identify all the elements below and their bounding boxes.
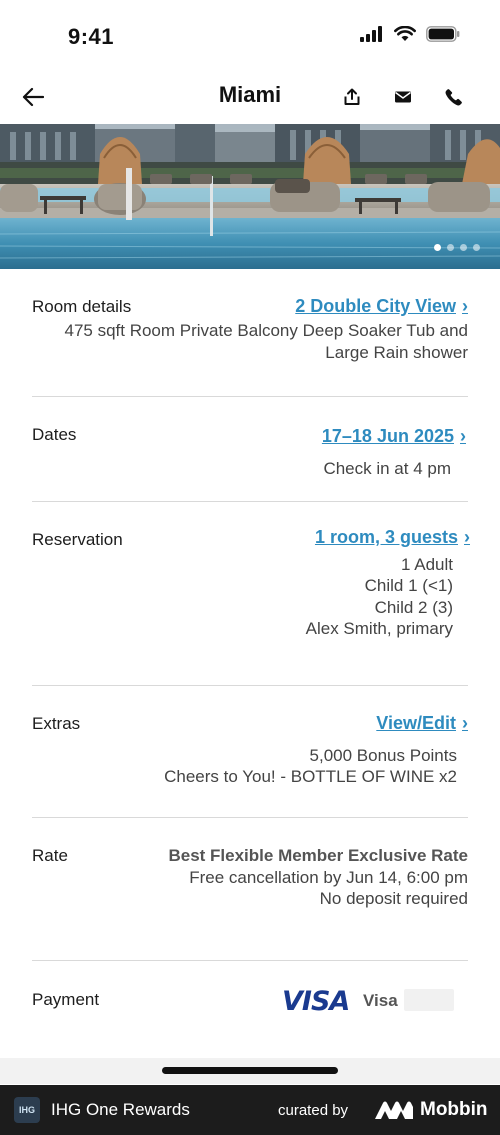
- status-time: 9:41: [68, 24, 115, 49]
- divider: [32, 396, 468, 397]
- dates-text: 17–18 Jun 2025: [321, 426, 454, 446]
- rate-name: Best Flexible Member Exclusive Rate: [168, 846, 468, 865]
- visa-logo: VISA: [282, 986, 350, 1017]
- extras-edit-link[interactable]: View/Edit ›: [376, 713, 468, 734]
- masked-card-number: [404, 989, 454, 1011]
- guest-line: Child 2 (3): [374, 598, 453, 617]
- room-description-line2: Large Rain shower: [325, 343, 468, 362]
- guests-link[interactable]: 1 room, 3 guests ›: [315, 527, 470, 548]
- extras-edit-text: View/Edit: [376, 713, 456, 733]
- rate-cancellation: Free cancellation by Jun 14, 6:00 pm: [189, 868, 468, 887]
- share-button[interactable]: [339, 84, 365, 110]
- divider: [32, 817, 468, 818]
- room-type-link[interactable]: 2 Double City View ›: [295, 296, 468, 317]
- checkin-time: Check in at 4 pm: [323, 459, 451, 478]
- guest-line: Alex Smith, primary: [305, 619, 453, 638]
- mobbin-brand: Mobbin: [420, 1099, 488, 1120]
- battery-icon: [426, 26, 460, 47]
- page-title: Miami: [218, 82, 282, 107]
- app-logo: IHG: [14, 1097, 40, 1123]
- divider: [32, 685, 468, 686]
- hotel-photo-carousel[interactable]: [0, 124, 500, 269]
- extra-item: Cheers to You! - BOTTLE OF WINE x2: [164, 767, 457, 786]
- chevron-right-icon: ›: [462, 713, 468, 733]
- home-indicator[interactable]: [162, 1067, 338, 1074]
- payment-label: Payment: [32, 990, 100, 1009]
- dates-link[interactable]: 17–18 Jun 2025 ›: [322, 426, 466, 447]
- phone-icon: [445, 89, 462, 106]
- guests-text: 1 room, 3 guests: [314, 527, 458, 547]
- email-button[interactable]: [390, 84, 416, 110]
- reservation-section: Reservation 1 room, 3 guests › 1 Adult C…: [32, 527, 470, 647]
- extras-section: Extras View/Edit › 5,000 Bonus Points Ch…: [32, 712, 468, 792]
- carousel-dot[interactable]: [460, 244, 467, 251]
- extra-item: 5,000 Bonus Points: [309, 746, 457, 765]
- guest-line: Child 1 (<1): [364, 576, 453, 595]
- rate-deposit: No deposit required: [319, 889, 468, 908]
- nav-bar: Miami: [0, 70, 500, 124]
- carousel-dot[interactable]: [447, 244, 454, 251]
- mobbin-logo-icon: [375, 1101, 413, 1124]
- status-icons: [360, 25, 460, 47]
- rate-section: Rate Best Flexible Member Exclusive Rate…: [32, 844, 468, 924]
- share-icon: [344, 88, 360, 105]
- dates-label: Dates: [32, 425, 77, 444]
- wifi-icon: [394, 25, 416, 47]
- carousel-dot[interactable]: [473, 244, 480, 251]
- divider: [32, 960, 468, 961]
- card-name: Visa: [363, 991, 398, 1010]
- carousel-pagination: [434, 244, 480, 251]
- chevron-right-icon: ›: [464, 527, 470, 547]
- payment-section: Payment VISA Visa: [32, 985, 468, 1025]
- guest-line: 1 Adult: [401, 555, 453, 574]
- call-button[interactable]: [441, 84, 467, 110]
- cellular-signal-icon: [360, 26, 384, 47]
- rate-label: Rate: [32, 846, 68, 865]
- room-details-section: Room details 2 Double City View › 475 sq…: [32, 294, 468, 374]
- dates-section: Dates 17–18 Jun 2025 › Check in at 4 pm: [32, 423, 468, 483]
- room-description-line1: 475 sqft Room Private Balcony Deep Soake…: [64, 321, 468, 340]
- extras-label: Extras: [32, 714, 81, 733]
- room-type-text: 2 Double City View: [295, 296, 456, 316]
- carousel-dot[interactable]: [434, 244, 441, 251]
- app-name: IHG One Rewards: [51, 1100, 190, 1119]
- status-bar: 9:41: [0, 0, 500, 70]
- pool-photo: [0, 124, 500, 269]
- divider: [32, 501, 468, 502]
- chevron-right-icon: ›: [460, 426, 466, 446]
- envelope-icon: [395, 91, 411, 103]
- footer-bar: IHG IHG One Rewards curated by Mobbin: [0, 1085, 500, 1135]
- room-details-label: Room details: [32, 297, 132, 316]
- reservation-label: Reservation: [32, 530, 123, 549]
- curated-by-label: curated by: [278, 1102, 349, 1119]
- chevron-right-icon: ›: [462, 296, 468, 316]
